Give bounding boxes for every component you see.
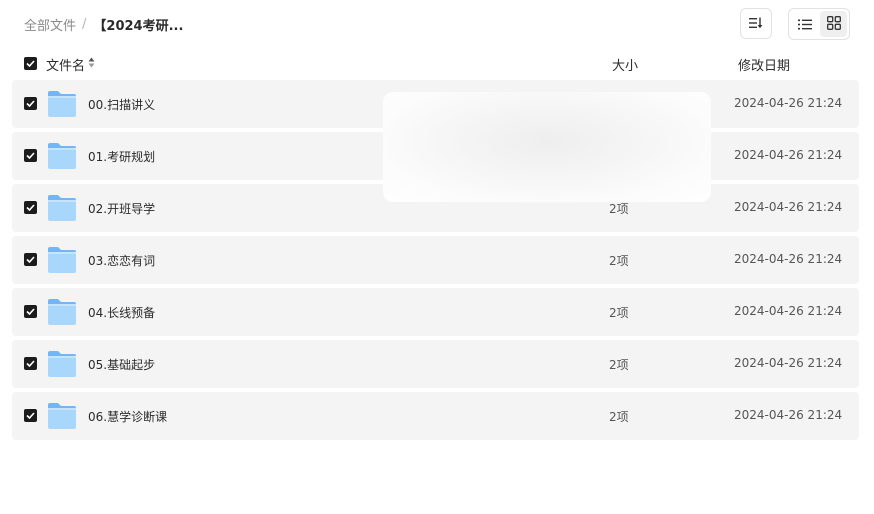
check-icon [26, 60, 35, 67]
check-icon [26, 360, 35, 367]
list-header: 文件名 大小 修改日期 [12, 52, 859, 76]
sort-toggle-icon [88, 57, 95, 72]
date-column-header[interactable]: 修改日期 [738, 55, 790, 74]
file-size: 2项 [609, 202, 629, 216]
file-name[interactable]: 04.长线预备 [88, 304, 155, 321]
folder-icon [47, 194, 77, 222]
file-modified-date: 2024-04-26 21:24 [734, 148, 843, 162]
breadcrumb-current-folder[interactable]: 【2024考研... [93, 15, 183, 34]
file-row[interactable]: 03.恋恋有词 2项 2024-04-26 21:24 [12, 236, 859, 284]
file-name[interactable]: 00.扫描讲义 [88, 96, 155, 113]
folder-icon [47, 90, 77, 118]
check-icon [26, 100, 35, 107]
folder-icon [47, 350, 77, 378]
name-column-header[interactable]: 文件名 [46, 55, 95, 74]
row-checkbox[interactable] [24, 253, 37, 266]
list-view-icon [797, 15, 812, 34]
folder-icon [47, 142, 77, 170]
file-name[interactable]: 02.开班导学 [88, 200, 155, 217]
file-row[interactable]: 05.基础起步 2项 2024-04-26 21:24 [12, 340, 859, 388]
view-toggle [788, 8, 850, 40]
file-browser: 全部文件 / 【2024考研... 文件名 大小 修改日期 00.扫描讲义 20… [0, 0, 874, 514]
file-size: 2项 [609, 306, 629, 320]
row-checkbox[interactable] [24, 201, 37, 214]
breadcrumb-separator: / [82, 16, 87, 32]
name-column-label: 文件名 [46, 59, 86, 74]
file-name[interactable]: 03.恋恋有词 [88, 252, 155, 269]
sort-icon [749, 14, 763, 33]
file-size: 2项 [609, 410, 629, 424]
file-modified-date: 2024-04-26 21:24 [734, 252, 843, 266]
check-icon [26, 204, 35, 211]
file-name[interactable]: 01.考研规划 [88, 148, 155, 165]
file-name[interactable]: 05.基础起步 [88, 356, 155, 373]
grid-view-button[interactable] [820, 11, 847, 37]
list-view-button[interactable] [791, 11, 818, 37]
check-icon [26, 412, 35, 419]
file-name[interactable]: 06.慧学诊断课 [88, 408, 167, 425]
file-modified-date: 2024-04-26 21:24 [734, 96, 843, 110]
row-checkbox[interactable] [24, 305, 37, 318]
folder-icon [47, 246, 77, 274]
blur-overlay [383, 92, 711, 202]
folder-icon [47, 402, 77, 430]
file-modified-date: 2024-04-26 21:24 [734, 356, 843, 370]
row-checkbox[interactable] [24, 97, 37, 110]
check-icon [26, 308, 35, 315]
size-column-header[interactable]: 大小 [612, 55, 638, 74]
check-icon [26, 152, 35, 159]
row-checkbox[interactable] [24, 357, 37, 370]
file-size: 2项 [609, 358, 629, 372]
file-modified-date: 2024-04-26 21:24 [734, 408, 843, 422]
select-all-checkbox[interactable] [24, 57, 37, 70]
breadcrumb: 全部文件 / 【2024考研... [24, 14, 183, 34]
check-icon [26, 256, 35, 263]
grid-view-icon [826, 15, 841, 34]
breadcrumb-root-link[interactable]: 全部文件 [24, 15, 76, 34]
file-modified-date: 2024-04-26 21:24 [734, 304, 843, 318]
file-size: 2项 [609, 254, 629, 268]
row-checkbox[interactable] [24, 149, 37, 162]
file-row[interactable]: 04.长线预备 2项 2024-04-26 21:24 [12, 288, 859, 336]
sort-button[interactable] [740, 8, 772, 39]
row-checkbox[interactable] [24, 409, 37, 422]
folder-icon [47, 298, 77, 326]
file-row[interactable]: 06.慧学诊断课 2项 2024-04-26 21:24 [12, 392, 859, 440]
file-modified-date: 2024-04-26 21:24 [734, 200, 843, 214]
